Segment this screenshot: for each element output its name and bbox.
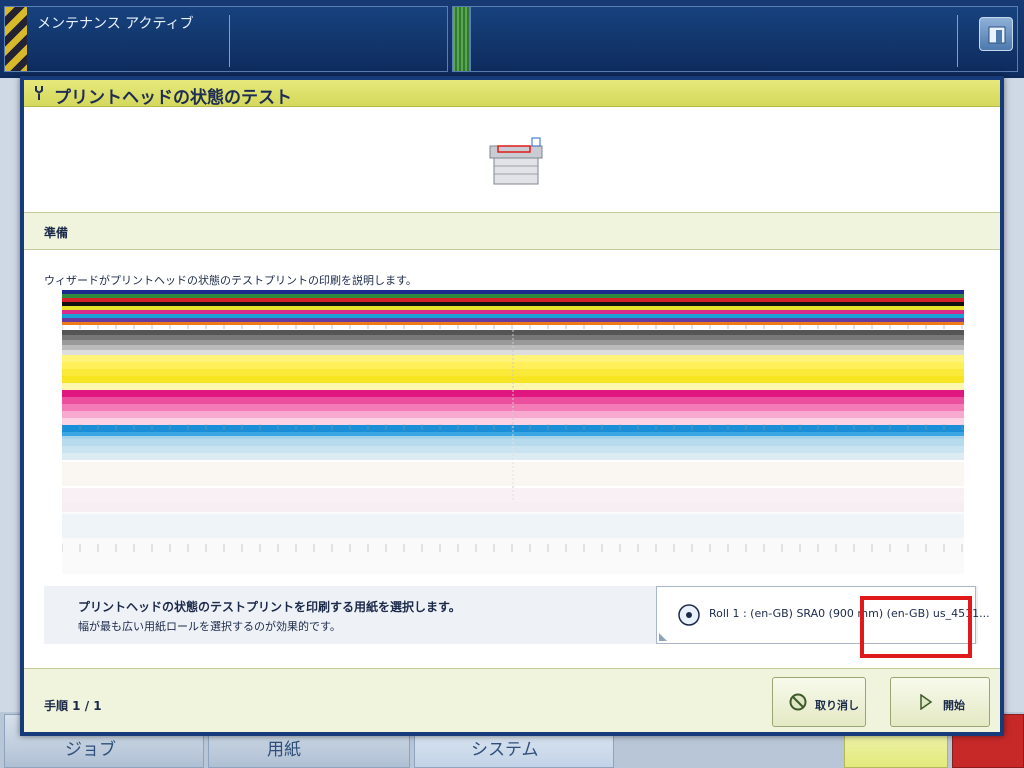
login-button[interactable]	[979, 17, 1013, 51]
paper-hint: 幅が最も広い用紙ロールを選択するのが効果的です。	[78, 620, 341, 633]
paper-roll-icon	[678, 604, 700, 626]
status-indicator	[452, 6, 470, 72]
background-panel-left	[0, 78, 20, 712]
start-button-highlight	[860, 596, 972, 658]
nav-tab-label: ジョブ	[65, 740, 116, 760]
dialog-title-bar: プリントヘッドの状態のテスト	[24, 80, 1000, 108]
dialog-footer: 手順 1 / 1 取り消し 開始	[24, 668, 1000, 732]
paper-prompt: プリントヘッドの状態のテストプリントを印刷する用紙を選択します。	[78, 600, 461, 614]
start-label: 開始	[943, 699, 965, 712]
dropdown-corner-icon	[659, 633, 667, 641]
test-print-preview	[62, 290, 964, 574]
start-button[interactable]: 開始	[890, 677, 990, 727]
nav-tab-label: 用紙	[267, 740, 301, 760]
dialog-title: プリントヘッドの状態のテスト	[54, 88, 292, 108]
cancel-icon	[789, 693, 807, 711]
step-indicator: 手順 1 / 1	[44, 699, 102, 713]
top-status-bar: メンテナンス アクティブ	[0, 0, 1024, 76]
wizard-description: ウィザードがプリントヘッドの状態のテストプリントの印刷を説明します。	[44, 274, 417, 287]
cancel-label: 取り消し	[815, 699, 859, 712]
background-panel-right	[1002, 78, 1024, 712]
printer-icon	[489, 137, 543, 185]
maintenance-hazard-icon	[5, 7, 27, 71]
mode-label: メンテナンス アクティブ	[37, 16, 194, 32]
wrench-icon	[35, 86, 43, 100]
section-header: 準備	[24, 212, 1000, 250]
printhead-test-dialog: プリントヘッドの状態のテスト 準備 ウィザードがプリントヘッドの状態のテストプリ…	[20, 76, 1004, 736]
section-title: 準備	[44, 226, 69, 240]
play-icon	[920, 694, 933, 710]
user-door-icon	[988, 26, 1006, 44]
divider	[229, 15, 230, 67]
info-panel	[470, 6, 1018, 72]
divider	[957, 15, 958, 67]
status-panel: メンテナンス アクティブ	[4, 6, 448, 72]
nav-tab-label: システム	[471, 740, 539, 760]
cancel-button[interactable]: 取り消し	[772, 677, 866, 727]
paper-selection-panel: プリントヘッドの状態のテストプリントを印刷する用紙を選択します。 幅が最も広い用…	[44, 586, 990, 644]
